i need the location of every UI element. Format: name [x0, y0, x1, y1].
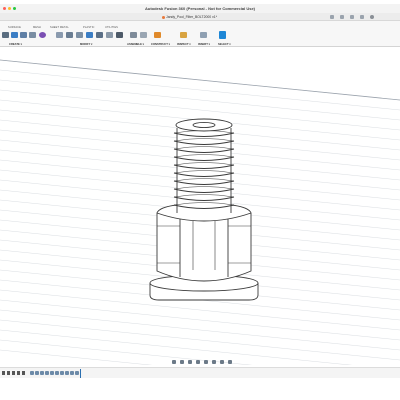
move-icon[interactable]	[116, 32, 123, 38]
measure-icon[interactable]	[180, 32, 187, 38]
select-menu[interactable]: SELECT ▾	[218, 42, 231, 46]
combine-icon[interactable]	[96, 32, 103, 38]
grid-edge	[0, 59, 400, 101]
new-tab-icon[interactable]	[330, 15, 334, 19]
modify-menu[interactable]: MODIFY ▾	[80, 42, 93, 46]
grid-line	[0, 69, 400, 111]
workspace-tab-mesh[interactable]: MESH	[33, 26, 41, 29]
workspace-tab-sheet-metal[interactable]: SHEET METAL	[50, 26, 69, 29]
insert-menu[interactable]: INSERT ▾	[198, 42, 210, 46]
display-settings-icon[interactable]	[212, 360, 216, 364]
timeline-feature-icon[interactable]	[75, 371, 79, 375]
fit-icon[interactable]	[204, 360, 208, 364]
fusion-360-window: Autodesk Fusion 360 (Personal - Not for …	[0, 0, 400, 400]
new-component-icon[interactable]	[11, 32, 18, 38]
go-to-start-icon[interactable]	[2, 371, 5, 375]
design-menu-icon[interactable]	[2, 32, 9, 38]
navigation-bar	[0, 358, 400, 367]
job-status-icon[interactable]	[340, 15, 344, 19]
grid-line	[0, 309, 400, 351]
timeline-feature-icon[interactable]	[55, 371, 59, 375]
bolt-top-bore	[192, 121, 216, 129]
timeline	[0, 367, 400, 378]
document-tab-label: Jandy_Pool_Filter_BOLT2000 v1*	[166, 15, 218, 19]
window-title: Autodesk Fusion 360 (Personal - Not for …	[144, 6, 256, 11]
thread-shank	[177, 126, 231, 213]
user-avatar-icon[interactable]	[370, 15, 374, 19]
zoom-icon[interactable]	[196, 360, 200, 364]
look-at-icon[interactable]	[188, 360, 192, 364]
chamfer-icon[interactable]	[76, 32, 83, 38]
select-icon[interactable]	[219, 31, 226, 39]
timeline-feature-icon[interactable]	[30, 371, 34, 375]
hex-head	[156, 212, 252, 282]
design-canvas[interactable]	[0, 47, 400, 365]
sketch-icon[interactable]	[20, 32, 27, 38]
form-icon[interactable]	[39, 32, 46, 38]
notifications-icon[interactable]	[350, 15, 354, 19]
ribbon-toolbar: SURFACE MESH SHEET METAL PLASTIC UTILITI…	[0, 21, 400, 47]
timeline-feature-icon[interactable]	[50, 371, 54, 375]
document-tab[interactable]: Jandy_Pool_Filter_BOLT2000 v1*	[162, 14, 217, 20]
step-back-icon[interactable]	[7, 371, 10, 375]
as-built-joint-icon[interactable]	[140, 32, 147, 38]
grid-line	[0, 319, 400, 361]
orbit-icon[interactable]	[172, 360, 176, 364]
create-menu[interactable]: CREATE ▾	[9, 42, 22, 46]
insert-icon[interactable]	[200, 32, 207, 38]
extrude-icon[interactable]	[29, 32, 36, 38]
timeline-feature-icon[interactable]	[45, 371, 49, 375]
workspace-tab-utilities[interactable]: UTILITIES	[105, 26, 118, 29]
pan-icon[interactable]	[180, 360, 184, 364]
timeline-feature-icon[interactable]	[65, 371, 69, 375]
grid-settings-icon[interactable]	[220, 360, 224, 364]
offset-plane-icon[interactable]	[154, 32, 161, 38]
title-bar: Autodesk Fusion 360 (Personal - Not for …	[0, 4, 400, 13]
grid-line	[0, 79, 400, 121]
press-pull-icon[interactable]	[56, 32, 63, 38]
unsaved-indicator-icon	[162, 15, 165, 19]
joint-icon[interactable]	[130, 32, 137, 38]
help-icon[interactable]	[360, 15, 364, 19]
step-forward-icon[interactable]	[17, 371, 20, 375]
workspace-tab-surface[interactable]: SURFACE	[8, 26, 21, 29]
inspect-menu[interactable]: INSPECT ▾	[177, 42, 191, 46]
workspace-tab-plastic[interactable]: PLASTIC	[83, 26, 95, 29]
shell-icon[interactable]	[86, 32, 93, 38]
timeline-marker[interactable]	[80, 369, 81, 378]
timeline-feature-icon[interactable]	[70, 371, 74, 375]
play-icon[interactable]	[12, 371, 15, 375]
go-to-end-icon[interactable]	[22, 371, 25, 375]
viewports-icon[interactable]	[228, 360, 232, 364]
assemble-menu[interactable]: ASSEMBLE ▾	[127, 42, 144, 46]
fillet-icon[interactable]	[66, 32, 73, 38]
grid-line	[0, 299, 400, 341]
scale-icon[interactable]	[106, 32, 113, 38]
timeline-feature-icon[interactable]	[35, 371, 39, 375]
construct-menu[interactable]: CONSTRUCT ▾	[151, 42, 170, 46]
timeline-feature-icon[interactable]	[60, 371, 64, 375]
timeline-feature-icon[interactable]	[40, 371, 44, 375]
bolt-model[interactable]	[149, 118, 259, 301]
document-tab-bar: Jandy_Pool_Filter_BOLT2000 v1*	[0, 13, 400, 21]
